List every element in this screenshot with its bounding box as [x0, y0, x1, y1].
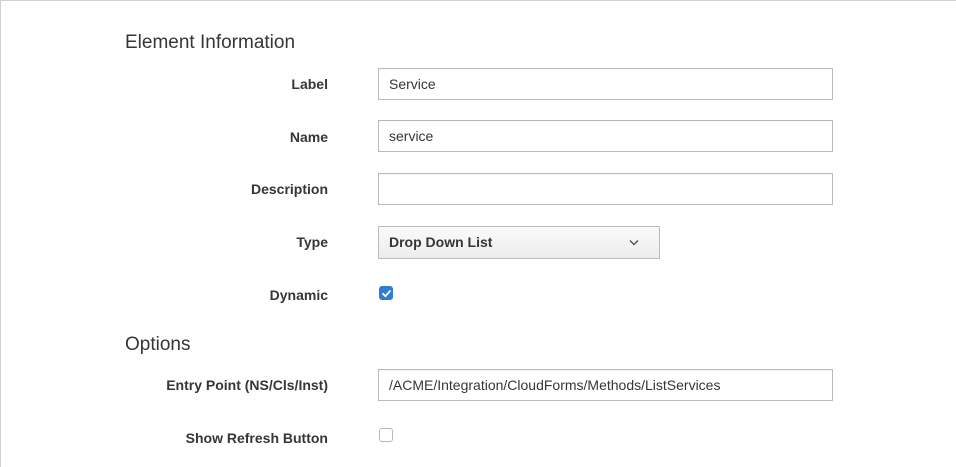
dynamic-field-label: Dynamic [269, 287, 328, 303]
entry-point-field-label: Entry Point (NS/Cls/Inst) [166, 377, 328, 393]
dynamic-checkbox[interactable] [379, 286, 393, 300]
show-refresh-button-field-label: Show Refresh Button [185, 430, 328, 446]
form-panel: Element Information Label Name Descripti… [0, 0, 956, 467]
name-input[interactable] [378, 120, 833, 152]
entry-point-input[interactable] [378, 369, 833, 401]
checkmark-icon [382, 290, 391, 298]
element-information-heading: Element Information [125, 32, 296, 53]
show-refresh-button-checkbox[interactable] [379, 428, 393, 442]
label-input[interactable] [378, 68, 833, 100]
description-input[interactable] [378, 173, 833, 205]
label-field-label: Label [291, 76, 328, 92]
type-select-value: Drop Down List [389, 234, 493, 250]
description-field-label: Description [250, 181, 328, 197]
type-field-label: Type [296, 234, 328, 250]
type-select[interactable]: Drop Down List [378, 226, 660, 259]
options-heading: Options [125, 334, 191, 355]
chevron-down-icon [629, 227, 639, 258]
name-field-label: Name [289, 129, 328, 145]
